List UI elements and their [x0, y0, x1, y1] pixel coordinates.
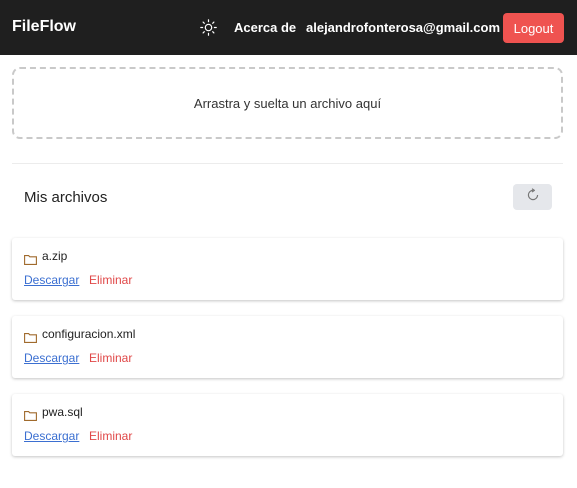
delete-button[interactable]: Eliminar — [89, 273, 132, 287]
folder-icon — [24, 252, 37, 265]
download-link[interactable]: Descargar — [24, 273, 79, 287]
top-navbar: FileFlow Acerca de alejandrofonterosa@gm… — [0, 0, 577, 55]
refresh-icon — [526, 187, 540, 207]
file-name: pwa.sql — [42, 405, 83, 419]
download-link[interactable]: Descargar — [24, 429, 79, 443]
delete-button[interactable]: Eliminar — [89, 429, 132, 443]
download-link[interactable]: Descargar — [24, 351, 79, 365]
files-section-title: Mis archivos — [24, 189, 108, 206]
file-name: configuracion.xml — [42, 327, 136, 341]
file-card: pwa.sql Descargar Eliminar — [12, 394, 563, 456]
file-card: a.zip Descargar Eliminar — [12, 238, 563, 300]
folder-icon — [24, 408, 37, 421]
file-name: a.zip — [42, 249, 68, 263]
delete-button[interactable]: Eliminar — [89, 351, 132, 365]
section-divider — [12, 163, 563, 164]
sun-icon[interactable] — [200, 19, 217, 36]
dropzone-prompt: Arrastra y suelta un archivo aquí — [193, 95, 382, 111]
folder-icon — [24, 330, 37, 343]
file-dropzone[interactable]: Arrastra y suelta un archivo aquí — [12, 67, 563, 139]
refresh-button[interactable] — [513, 184, 552, 210]
user-email: alejandrofonterosa@gmail.com — [306, 20, 500, 35]
logout-button[interactable]: Logout — [503, 13, 564, 43]
app-title[interactable]: FileFlow — [12, 18, 76, 36]
about-link[interactable]: Acerca de — [234, 20, 296, 35]
file-card: configuracion.xml Descargar Eliminar — [12, 316, 563, 378]
